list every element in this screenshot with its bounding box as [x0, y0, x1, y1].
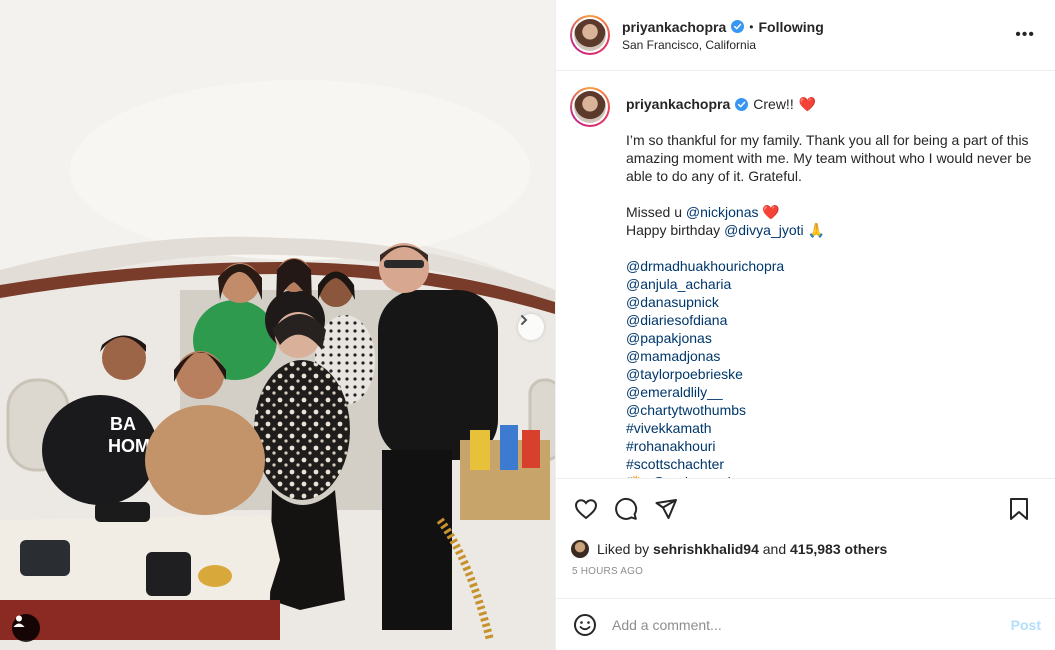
mention-link[interactable]: @chartytwothumbs	[626, 401, 1041, 419]
mention-link[interactable]: @nickjonas	[686, 204, 759, 220]
post-caption: priyankachopra Crew!! ❤️ I’m so thankful…	[626, 87, 1041, 478]
tagged-users-button[interactable]	[12, 614, 40, 642]
liked-by-text: Liked by	[597, 541, 650, 557]
post-photo[interactable]: BA HOM	[0, 0, 555, 650]
heart-icon	[574, 498, 598, 519]
share-button[interactable]	[646, 489, 686, 529]
post-timestamp[interactable]: 5 HOURS AGO	[556, 560, 1055, 590]
missed-text: Missed u	[626, 204, 683, 220]
next-photo-button[interactable]	[518, 314, 544, 340]
mention-link[interactable]: @emeraldlily__	[626, 383, 1041, 401]
author-username[interactable]: priyankachopra	[622, 19, 726, 35]
liker-username[interactable]: sehrishkhalid94	[653, 541, 759, 557]
svg-text:BA: BA	[110, 414, 136, 434]
location-link[interactable]: San Francisco, California	[622, 38, 824, 52]
mention-list: @drmadhuakhourichopra @anjula_acharia @dan…	[626, 257, 1041, 478]
post-modal: BA HOM priyankachopra • Following San Fr…	[0, 0, 1055, 650]
likes-count[interactable]: 415,983 others	[790, 541, 887, 557]
author-avatar[interactable]	[570, 15, 610, 55]
mention-link[interactable]: #vivekkamath	[626, 419, 1041, 437]
mention-link[interactable]: @anjula_acharia	[626, 275, 1041, 293]
comment-button[interactable]	[606, 489, 646, 529]
comments-area[interactable]: priyankachopra Crew!! ❤️ I’m so thankful…	[556, 71, 1055, 478]
and-text: and	[762, 541, 787, 557]
comment-icon	[615, 497, 638, 520]
caption-author-avatar[interactable]	[570, 87, 610, 127]
comment-input[interactable]	[612, 616, 1011, 633]
svg-text:HOM: HOM	[108, 436, 150, 456]
verified-badge-icon	[735, 97, 749, 111]
emoji-button[interactable]	[570, 610, 600, 640]
action-bar	[556, 478, 1055, 538]
avatar-image	[574, 19, 606, 51]
liker-avatar[interactable]	[570, 539, 590, 559]
mention-link[interactable]: @drmadhuakhourichopra	[626, 257, 1041, 275]
heart-emoji: ❤️	[762, 204, 780, 220]
birthday-text: Happy birthday	[626, 222, 721, 238]
mention-link[interactable]: @danasupnick	[626, 293, 1041, 311]
caption-username[interactable]: priyankachopra	[626, 95, 730, 113]
caption-title: Crew!!	[753, 96, 794, 112]
paper-plane-icon	[655, 498, 677, 519]
bookmark-icon	[1010, 497, 1028, 520]
avatar-image	[574, 91, 606, 123]
mention-link[interactable]: @divya_jyoti	[724, 222, 804, 238]
caption-body: I’m so thankful for my family. Thank you…	[626, 132, 1032, 184]
smiley-icon	[574, 613, 596, 636]
verified-badge-icon	[731, 20, 745, 33]
heart-emoji: ❤️	[798, 96, 817, 112]
post-header: priyankachopra • Following San Francisco…	[556, 0, 1055, 71]
add-comment-bar: Post	[556, 598, 1055, 650]
mention-link[interactable]: @taylorpoebrieske	[626, 365, 1041, 383]
user-icon	[13, 615, 25, 627]
mention-link[interactable]: #rohanakhouri	[626, 437, 1041, 455]
like-button[interactable]	[566, 489, 606, 529]
post-comment-button[interactable]: Post	[1011, 617, 1041, 633]
caption-birthday-line: Happy birthday @divya_jyoti 🙏	[626, 221, 1041, 239]
group-photo-illustration: BA HOM	[0, 0, 555, 650]
mention-link[interactable]: @mamadjonas	[626, 347, 1041, 365]
post-side-panel: priyankachopra • Following San Francisco…	[555, 0, 1055, 650]
more-options-button[interactable]: •••	[1009, 20, 1041, 50]
chevron-right-icon	[521, 315, 528, 325]
mention-link[interactable]: @diariesofdiana	[626, 311, 1041, 329]
separator-dot: •	[749, 19, 754, 34]
caption-missed-line: Missed u @nickjonas ❤️	[626, 203, 1041, 221]
save-button[interactable]	[999, 489, 1039, 529]
mention-link[interactable]: @papakjonas	[626, 329, 1041, 347]
following-button[interactable]: Following	[758, 19, 823, 35]
folded-hands-emoji: 🙏	[807, 222, 825, 238]
mention-link[interactable]: #scottschachter	[626, 455, 1041, 473]
likes-summary[interactable]: Liked by sehrishkhalid94 and 415,983 oth…	[556, 538, 1055, 560]
